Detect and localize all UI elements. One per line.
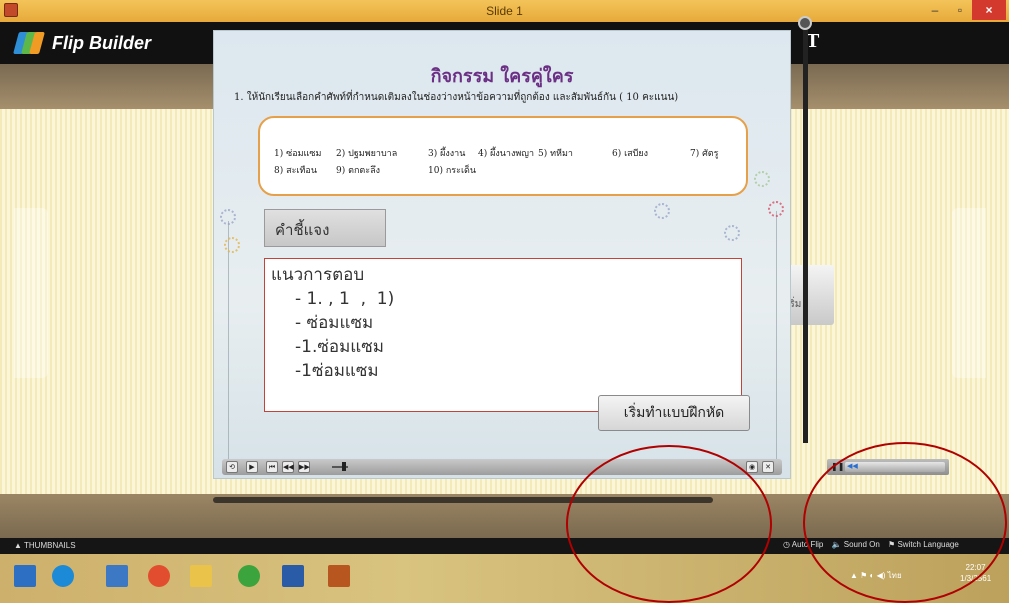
prev-page-arrow[interactable] <box>14 208 48 378</box>
word-item: 9) ตกตะลึง <box>336 166 380 176</box>
close-button[interactable]: × <box>972 0 1006 20</box>
thumbnails-button[interactable]: ▲ THUMBNAILS <box>14 541 76 550</box>
answer-line: -1.ซ่อมแซม <box>295 337 385 357</box>
word-item: 7) ศัตรู <box>690 149 719 159</box>
word-item: 10) กระเด็น <box>428 166 477 176</box>
flip-builder-logo-icon <box>13 31 45 55</box>
divider-handle[interactable] <box>798 16 812 30</box>
file-explorer-icon[interactable] <box>190 565 212 587</box>
paint-icon[interactable] <box>148 565 170 587</box>
instructions-tab[interactable]: คำชี้แจง <box>264 209 386 247</box>
play-icon[interactable]: ▶ <box>246 461 258 473</box>
word-item: 3) ผึ้งงาน <box>428 149 466 159</box>
flower-stem <box>228 221 229 461</box>
header-letter: T <box>806 30 820 52</box>
window-titlebar: Slide 1 – ▫ × <box>0 0 1009 22</box>
word-item: 8) สะเทือน <box>274 166 317 176</box>
slide-panel: กิจกรรม ใครคู่ใคร 1. ให้นักเรียนเลือกคำศ… <box>213 30 791 479</box>
flower-decoration <box>754 171 770 187</box>
flower-decoration <box>724 225 740 241</box>
answer-line: -1ซ่อมแซม <box>295 361 379 381</box>
annotation-ellipse <box>566 445 772 603</box>
flower-decoration <box>224 237 240 253</box>
maximize-button[interactable]: ▫ <box>948 0 972 20</box>
word-bank: 1) ซ่อมแซม 2) ปฐมพยาบาล 3) ผึ้งงาน 4) ผึ… <box>258 116 748 196</box>
answer-box: แนวการตอบ - 1. , 1 , 1) - ซ่อมแซม -1.ซ่อ… <box>264 258 742 412</box>
store-icon[interactable] <box>106 565 128 587</box>
slide-title: กิจกรรม ใครคู่ใคร <box>430 66 574 87</box>
word-item: 6) เสบียง <box>612 149 649 159</box>
first-slide-icon[interactable]: ⏮ <box>266 461 278 473</box>
flower-decoration <box>768 201 784 217</box>
word-item: 1) ซ่อมแซม <box>274 149 322 159</box>
answer-heading: แนวการตอบ <box>271 265 365 285</box>
answer-line: - 1. , 1 , 1) <box>295 289 395 309</box>
annotation-ellipse <box>803 442 1007 603</box>
word-item: 4) ผึ้งนางพญา <box>478 149 535 159</box>
minimize-button[interactable]: – <box>922 0 948 20</box>
next-page-arrow[interactable] <box>952 208 986 378</box>
start-icon[interactable] <box>14 565 36 587</box>
replay-icon[interactable]: ⟲ <box>226 461 238 473</box>
word-item: 5) ทหีมา <box>538 149 573 159</box>
settings-icon[interactable]: ◉ <box>746 461 758 473</box>
exit-icon[interactable]: ✕ <box>762 461 774 473</box>
flip-builder-logo: Flip Builder <box>13 28 151 58</box>
logo-text: Flip Builder <box>52 32 151 53</box>
previous-slide-icon[interactable]: ◀◀ <box>282 461 294 473</box>
word-icon[interactable] <box>282 565 304 587</box>
internet-explorer-icon[interactable] <box>52 565 74 587</box>
vertical-divider <box>803 22 808 443</box>
flower-decoration <box>654 203 670 219</box>
flower-decoration <box>220 209 236 225</box>
chrome-icon[interactable] <box>238 565 260 587</box>
answer-line: - ซ่อมแซม <box>295 313 374 333</box>
next-slide-icon[interactable]: ▶▶ <box>298 461 310 473</box>
flower-stem <box>776 211 777 461</box>
start-exercise-button[interactable]: เริ่มทำแบบฝึกหัด <box>598 395 750 431</box>
window-title: Slide 1 <box>486 4 523 18</box>
flip-builder-taskbar-icon[interactable] <box>328 565 350 587</box>
progress-thumb[interactable] <box>342 462 346 471</box>
word-item: 2) ปฐมพยาบาล <box>336 149 398 159</box>
slide-instruction: 1. ให้นักเรียนเลือกคำศัพท์ที่กำหนดเติมลง… <box>234 92 679 103</box>
